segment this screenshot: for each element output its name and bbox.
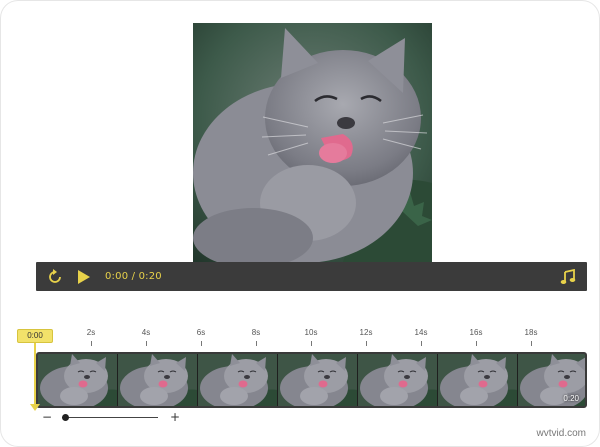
ruler-tick: 8s	[241, 328, 271, 346]
ruler-tick: 12s	[351, 328, 381, 346]
filmstrip-frame	[198, 354, 278, 406]
cat-video-frame	[193, 23, 432, 262]
ruler-tick-label: 6s	[196, 328, 206, 337]
total-time: 0:20	[138, 271, 162, 282]
video-preview[interactable]	[193, 23, 432, 262]
loop-icon	[49, 268, 61, 283]
playhead-time-label[interactable]: 0:00	[17, 329, 53, 343]
player-control-bar: 0:00 / 0:20	[36, 262, 587, 291]
play-icon	[78, 269, 90, 284]
ruler-tick-mark	[365, 341, 367, 346]
music-note-icon	[560, 268, 576, 284]
zoom-slider-track[interactable]	[62, 417, 158, 418]
ruler-tick: 4s	[131, 328, 161, 346]
ruler-tick: 10s	[296, 328, 326, 346]
ruler-tick-label: 18s	[524, 328, 538, 337]
ruler-tick-mark	[530, 341, 532, 346]
timeline-ruler[interactable]: 2s 4s 6s 8s 10s 12s 14s 16s 18s	[36, 328, 587, 352]
time-separator: /	[128, 271, 139, 282]
current-time: 0:00	[105, 271, 129, 282]
play-button[interactable]	[74, 262, 94, 291]
ruler-tick-label: 4s	[141, 328, 151, 337]
ruler-tick-mark	[255, 341, 257, 346]
clip-duration-label: 0:20	[563, 394, 579, 403]
timeline-filmstrip[interactable]: 0:20	[36, 352, 587, 408]
filmstrip-frame	[438, 354, 518, 406]
ruler-tick-mark	[420, 341, 422, 346]
ruler-tick-label: 10s	[304, 328, 318, 337]
ruler-tick-label: 16s	[469, 328, 483, 337]
ruler-tick-mark	[90, 341, 92, 346]
ruler-tick-mark	[310, 341, 312, 346]
filmstrip-frame	[358, 354, 438, 406]
zoom-out-button[interactable]: −	[40, 410, 54, 424]
ruler-tick: 16s	[461, 328, 491, 346]
playhead-handle[interactable]	[30, 404, 40, 411]
time-readout: 0:00 / 0:20	[105, 262, 162, 291]
filmstrip-frame	[38, 354, 118, 406]
music-button[interactable]	[557, 262, 579, 291]
ruler-tick-label: 2s	[86, 328, 96, 337]
watermark: wvtvid.com	[536, 428, 586, 439]
ruler-tick-label: 12s	[359, 328, 373, 337]
playhead-line[interactable]	[34, 343, 36, 406]
zoom-slider-knob[interactable]	[62, 414, 69, 421]
ruler-tick-mark	[145, 341, 147, 346]
ruler-tick-mark	[200, 341, 202, 346]
ruler-tick-label: 8s	[251, 328, 261, 337]
filmstrip-frame	[278, 354, 358, 406]
ruler-tick: 18s	[516, 328, 546, 346]
zoom-in-button[interactable]: +	[168, 410, 182, 424]
ruler-tick: 2s	[76, 328, 106, 346]
ruler-tick-label: 14s	[414, 328, 428, 337]
loop-button[interactable]	[44, 262, 66, 291]
ruler-tick: 14s	[406, 328, 436, 346]
ruler-tick: 6s	[186, 328, 216, 346]
ruler-tick-mark	[475, 341, 477, 346]
filmstrip-frame	[118, 354, 198, 406]
